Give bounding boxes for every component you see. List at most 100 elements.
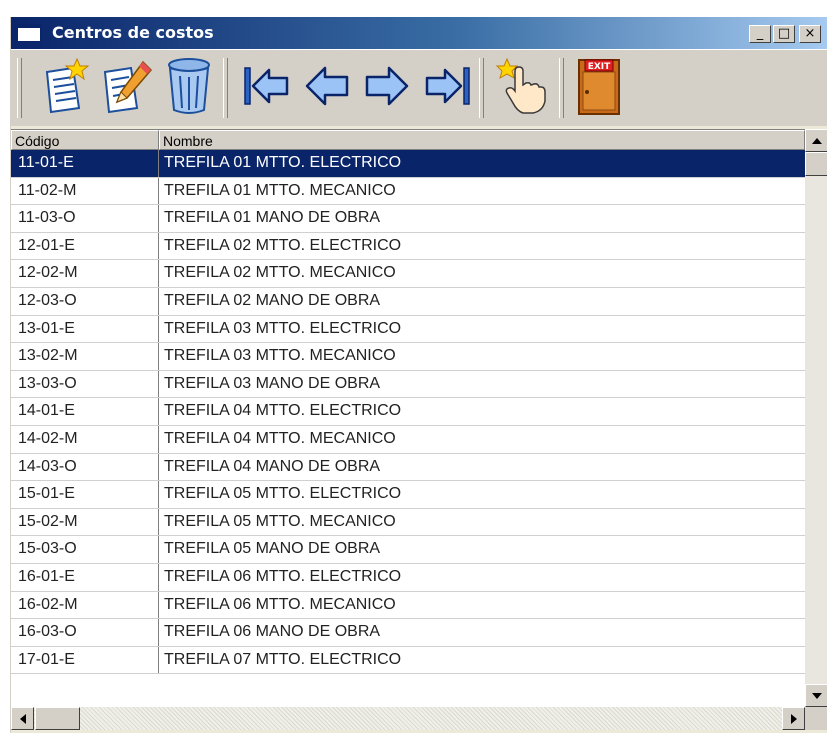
maximize-button[interactable]: □: [773, 25, 795, 43]
grid-header: Código Nombre: [11, 130, 805, 150]
table-row[interactable]: 17-01-E TREFILA 07 MTTO. ELECTRICO: [11, 646, 805, 675]
arrow-left-icon: [305, 66, 349, 106]
table-row[interactable]: 13-03-O TREFILA 03 MANO DE OBRA: [11, 370, 805, 399]
close-button[interactable]: ×: [799, 25, 821, 43]
table-row[interactable]: 15-01-E TREFILA 05 MTTO. ELECTRICO: [11, 481, 805, 509]
table-row[interactable]: 12-03-O TREFILA 02 MANO DE OBRA: [11, 287, 805, 316]
exit-door-icon: EXIT: [578, 59, 620, 115]
cell-codigo: 11-01-E: [11, 150, 159, 177]
table-row[interactable]: 12-01-E TREFILA 02 MTTO. ELECTRICO: [11, 232, 805, 261]
table-row[interactable]: 14-01-E TREFILA 04 MTTO. ELECTRICO: [11, 398, 805, 426]
vertical-scrollbar[interactable]: [805, 129, 827, 707]
edit-record-button[interactable]: [97, 54, 157, 118]
next-record-button[interactable]: [357, 54, 417, 118]
cell-codigo: 13-03-O: [11, 370, 159, 398]
previous-record-button[interactable]: [297, 54, 357, 118]
exit-label: EXIT: [588, 62, 611, 72]
cell-nombre: TREFILA 04 MANO DE OBRA: [164, 457, 381, 475]
cell-codigo: 15-03-O: [11, 536, 159, 563]
cell-nombre: TREFILA 01 MANO DE OBRA: [164, 209, 381, 227]
grid-rows: 11-01-E TREFILA 01 MTTO. ELECTRICO 11-02-M…: [11, 150, 805, 675]
cell-nombre: TREFILA 06 MTTO. ELECTRICO: [164, 567, 402, 585]
table-row[interactable]: 13-01-E TREFILA 03 MTTO. ELECTRICO: [11, 315, 805, 344]
table-row[interactable]: 11-03-O TREFILA 01 MANO DE OBRA: [11, 205, 805, 233]
arrow-right-small-icon: [790, 713, 797, 724]
scroll-right-button[interactable]: [782, 707, 805, 730]
window-title: Centros de costos: [52, 23, 214, 42]
cell-codigo: 15-02-M: [11, 508, 159, 536]
arrow-left-small-icon: [19, 713, 26, 724]
window-icon: [17, 24, 41, 42]
cell-nombre: TREFILA 02 MANO DE OBRA: [164, 291, 381, 309]
cell-codigo: 14-01-E: [11, 398, 159, 425]
horizontal-scrollbar[interactable]: [11, 707, 805, 730]
cell-codigo: 14-02-M: [11, 425, 159, 453]
arrow-first-icon: [244, 67, 289, 105]
cell-nombre: TREFILA 04 MTTO. ELECTRICO: [164, 402, 402, 420]
scroll-left-button[interactable]: [11, 707, 34, 730]
table-row[interactable]: 12-02-M TREFILA 02 MTTO. MECANICO: [11, 260, 805, 288]
vertical-scroll-thumb[interactable]: [805, 152, 827, 176]
table-row[interactable]: 15-02-M TREFILA 05 MTTO. MECANICO: [11, 508, 805, 537]
cell-nombre: TREFILA 05 MTTO. MECANICO: [164, 512, 396, 530]
table-row[interactable]: 13-02-M TREFILA 03 MTTO. MECANICO: [11, 343, 805, 371]
new-document-star-icon: [45, 58, 90, 114]
cost-centers-grid: Código Nombre 11-01-E TREFILA 01 MTTO. EL…: [11, 129, 805, 708]
new-record-button[interactable]: [35, 54, 95, 118]
trash-can-icon: [168, 58, 210, 114]
table-row[interactable]: 16-01-E TREFILA 06 MTTO. ELECTRICO: [11, 563, 805, 592]
cell-codigo: 11-02-M: [11, 177, 159, 205]
first-record-button[interactable]: [237, 54, 297, 118]
cell-nombre: TREFILA 03 MANO DE OBRA: [164, 374, 381, 392]
table-row[interactable]: 15-03-O TREFILA 05 MANO DE OBRA: [11, 536, 805, 564]
cell-codigo: 16-03-O: [11, 619, 159, 646]
table-row[interactable]: 16-03-O TREFILA 06 MANO DE OBRA: [11, 619, 805, 647]
scrollbar-corner: [805, 707, 827, 730]
cell-codigo: 16-02-M: [11, 591, 159, 619]
table-row[interactable]: 14-02-M TREFILA 04 MTTO. MECANICO: [11, 425, 805, 454]
cell-nombre: TREFILA 06 MTTO. MECANICO: [164, 595, 396, 613]
edit-pencil-icon: [103, 60, 153, 114]
toolbar-grip[interactable]: [17, 58, 22, 118]
cell-codigo: 15-01-E: [11, 481, 159, 508]
table-row[interactable]: 11-02-M TREFILA 01 MTTO. MECANICO: [11, 177, 805, 206]
cell-nombre: TREFILA 02 MTTO. ELECTRICO: [164, 236, 402, 254]
cell-codigo: 16-01-E: [11, 563, 159, 591]
last-record-button[interactable]: [417, 54, 477, 118]
arrow-right-icon: [365, 66, 409, 106]
centros-de-costos-window: Centros de costos _ □ × EXIT Código Nomb…: [10, 17, 827, 733]
cell-nombre: TREFILA 04 MTTO. MECANICO: [164, 429, 396, 447]
cell-codigo: 13-02-M: [11, 343, 159, 370]
cell-codigo: 17-01-E: [11, 646, 159, 674]
cell-codigo: 12-03-O: [11, 287, 159, 315]
cell-nombre: TREFILA 03 MTTO. ELECTRICO: [164, 319, 402, 337]
select-record-button[interactable]: [491, 54, 551, 118]
scroll-down-button[interactable]: [805, 684, 827, 707]
minimize-button[interactable]: _: [749, 25, 771, 43]
cell-nombre: TREFILA 05 MANO DE OBRA: [164, 540, 381, 558]
cell-nombre: TREFILA 02 MTTO. MECANICO: [164, 264, 396, 282]
cell-codigo: 14-03-O: [11, 453, 159, 481]
hand-pointer-icon: [495, 57, 546, 114]
toolbar-separator: [479, 58, 484, 118]
arrow-up-icon: [811, 137, 822, 144]
column-header-codigo[interactable]: Código: [11, 130, 159, 150]
cell-nombre: TREFILA 05 MTTO. ELECTRICO: [164, 485, 402, 503]
title-bar[interactable]: Centros de costos _ □ ×: [11, 17, 827, 49]
arrow-down-icon: [811, 692, 822, 699]
toolbar-separator: [223, 58, 228, 118]
scroll-up-button[interactable]: [805, 129, 827, 152]
horizontal-scroll-thumb[interactable]: [35, 707, 80, 730]
cell-codigo: 12-01-E: [11, 232, 159, 260]
table-row[interactable]: 16-02-M TREFILA 06 MTTO. MECANICO: [11, 591, 805, 620]
cell-codigo: 13-01-E: [11, 315, 159, 343]
delete-record-button[interactable]: [159, 54, 219, 118]
column-header-nombre[interactable]: Nombre: [159, 130, 805, 150]
cell-nombre: TREFILA 01 MTTO. ELECTRICO: [164, 154, 402, 171]
exit-button[interactable]: EXIT: [569, 54, 629, 118]
cell-codigo: 12-02-M: [11, 260, 159, 287]
table-row[interactable]: 11-01-E TREFILA 01 MTTO. ELECTRICO: [11, 150, 805, 178]
cell-nombre: TREFILA 01 MTTO. MECANICO: [164, 181, 396, 199]
arrow-last-icon: [425, 67, 470, 105]
table-row[interactable]: 14-03-O TREFILA 04 MANO DE OBRA: [11, 453, 805, 482]
